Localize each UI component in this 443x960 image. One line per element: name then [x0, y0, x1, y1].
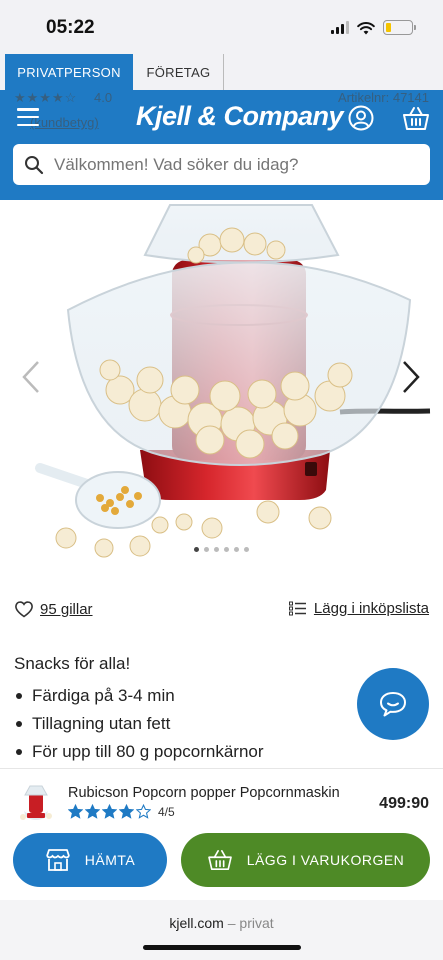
heart-icon [15, 601, 33, 618]
chat-bubble-icon [380, 692, 406, 717]
url-domain: kjell.com [169, 915, 224, 931]
battery-icon [383, 20, 416, 35]
hamburger-menu-icon[interactable] [17, 108, 39, 126]
tab-privatperson[interactable]: PRIVATPERSON [5, 54, 133, 90]
feature-item: För upp till 80 g popcornkärnor [14, 738, 344, 766]
home-indicator[interactable] [143, 945, 301, 950]
search-input[interactable] [54, 154, 414, 175]
ghost-rating-value: 4.0 [94, 90, 113, 105]
product-image-carousel[interactable] [0, 200, 443, 575]
feature-list: Färdiga på 3-4 min Tillagning utan fett … [14, 682, 344, 766]
carousel-dot[interactable] [204, 547, 209, 552]
carousel-next-arrow-icon[interactable] [400, 360, 422, 394]
search-bar[interactable] [13, 144, 430, 185]
pickup-label: HÄMTA [84, 852, 136, 868]
feature-item: Tillagning utan fett [14, 710, 344, 738]
url-separator: – [227, 915, 236, 931]
url-display: kjell.com – privat [0, 915, 443, 931]
list-icon [288, 601, 306, 616]
description-title: Snacks för alla! [14, 654, 131, 673]
add-to-cart-label: LÄGG I VARUKORGEN [246, 852, 405, 868]
pickup-in-store-button[interactable]: HÄMTA [13, 833, 167, 887]
carousel-dot[interactable] [194, 547, 199, 552]
product-image [35, 204, 431, 558]
status-bar: 05:22 [0, 0, 443, 54]
product-rating: 4/5 [68, 804, 175, 819]
star-icon [68, 804, 83, 819]
browser-address-bar[interactable]: kjell.com – privat [0, 900, 443, 960]
add-to-shopping-list-button[interactable]: Lägg i inköpslista [288, 600, 429, 617]
ghost-article-number: Artikelnr: 47141 [337, 90, 429, 105]
shopping-basket-icon[interactable] [402, 105, 430, 131]
sticky-buy-bar: Rubicson Popcorn popper Popcornmaskin 4/… [0, 768, 443, 900]
rating-text: 4/5 [158, 804, 175, 819]
user-account-icon[interactable] [348, 105, 374, 131]
like-button[interactable]: 95 gillar [14, 600, 93, 618]
social-row: 95 gillar Lägg i inköpslista [0, 598, 443, 622]
shopping-list-label: Lägg i inköpslista [313, 600, 429, 617]
likes-count: 95 gillar [40, 600, 93, 618]
carousel-dot[interactable] [214, 547, 219, 552]
product-thumbnail [20, 785, 52, 820]
battery-level [386, 23, 391, 32]
search-icon [25, 155, 44, 174]
carousel-dot[interactable] [224, 547, 229, 552]
product-name: Rubicson Popcorn popper Popcornmaskin [68, 785, 340, 801]
carousel-prev-arrow-icon[interactable] [20, 360, 42, 394]
ghost-rating-stars: ★★★★☆ [14, 90, 78, 105]
url-mode: privat [239, 915, 274, 931]
shopping-basket-icon [207, 850, 232, 870]
cellular-signal-icon [331, 21, 349, 34]
status-time: 05:22 [46, 17, 95, 38]
brand-logo[interactable]: Kjell & Company [136, 101, 344, 132]
carousel-dot[interactable] [244, 547, 249, 552]
status-icons [331, 20, 416, 35]
star-icon [119, 804, 134, 819]
customer-type-tabs: PRIVATPERSON FÖRETAG [0, 54, 443, 90]
carousel-dot[interactable] [234, 547, 239, 552]
chat-button[interactable] [357, 668, 429, 740]
site-header: ★★★★☆ 4.0 Artikelnr: 47141 (kundbetyg) K… [0, 90, 443, 200]
ghost-review-link: (kundbetyg) [30, 115, 99, 130]
product-price: 499:90 [379, 795, 429, 812]
tab-foretag[interactable]: FÖRETAG [134, 54, 224, 90]
star-icon [85, 804, 100, 819]
feature-item: Färdiga på 3-4 min [14, 682, 344, 710]
add-to-cart-button[interactable]: LÄGG I VARUKORGEN [181, 833, 430, 887]
star-icon [102, 804, 117, 819]
rating-stars [68, 804, 151, 819]
store-icon [45, 849, 70, 871]
wifi-icon [357, 21, 375, 34]
product-description: Snacks för alla! Färdiga på 3-4 min Till… [14, 654, 344, 766]
star-icon [136, 804, 151, 819]
carousel-pagination [0, 547, 443, 552]
